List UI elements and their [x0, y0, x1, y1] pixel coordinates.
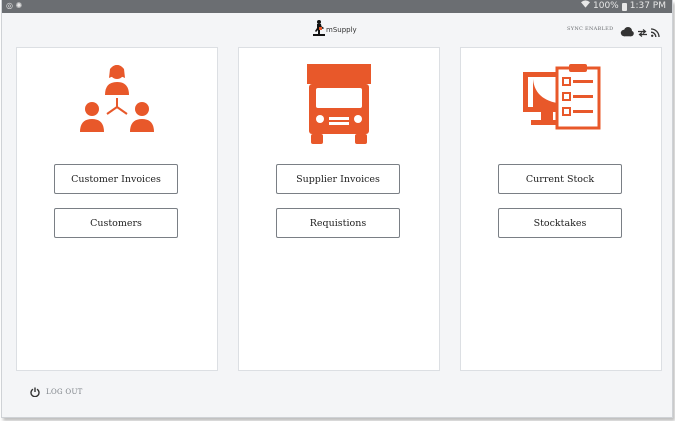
status-bar: ◎ ✺ 100% 1:37 PM — [2, 0, 672, 13]
stocktakes-button[interactable]: Stocktakes — [498, 208, 622, 238]
battery-icon — [621, 2, 627, 11]
wifi-icon — [581, 0, 590, 13]
app-logo: mSupply — [313, 20, 357, 40]
truck-icon — [307, 64, 371, 144]
notification-icons: ◎ ✺ — [6, 1, 23, 10]
people-network-icon — [77, 64, 157, 144]
wireless-feed-icon[interactable] — [650, 22, 660, 41]
requisitions-button[interactable]: Requistions — [276, 208, 400, 238]
logout-button[interactable]: LOG OUT — [30, 382, 83, 401]
clock: 1:37 PM — [629, 1, 666, 11]
supplier-card: Supplier Invoices Requistions — [238, 47, 440, 371]
battery-percent: 100% — [593, 1, 619, 11]
customer-card: Customer Invoices Customers — [16, 47, 218, 371]
header: mSupply SYNC ENABLED — [2, 13, 672, 45]
logout-label: LOG OUT — [46, 387, 83, 396]
app-name: mSupply — [326, 26, 357, 34]
stock-card: Current Stock Stocktakes — [460, 47, 662, 371]
current-stock-button[interactable]: Current Stock — [498, 164, 622, 194]
cloud-icon[interactable] — [620, 22, 634, 41]
power-icon — [30, 382, 40, 401]
sync-status: SYNC ENABLED — [567, 26, 614, 32]
customers-button[interactable]: Customers — [54, 208, 178, 238]
app-window: ◎ ✺ 100% 1:37 PM mSupply SYNC ENABLED Cu… — [1, 0, 673, 418]
sync-arrows-icon[interactable] — [638, 22, 647, 41]
stock-clipboard-icon — [521, 64, 601, 144]
supplier-invoices-button[interactable]: Supplier Invoices — [276, 164, 400, 194]
customer-invoices-button[interactable]: Customer Invoices — [54, 164, 178, 194]
msupply-runner-icon — [313, 20, 325, 40]
